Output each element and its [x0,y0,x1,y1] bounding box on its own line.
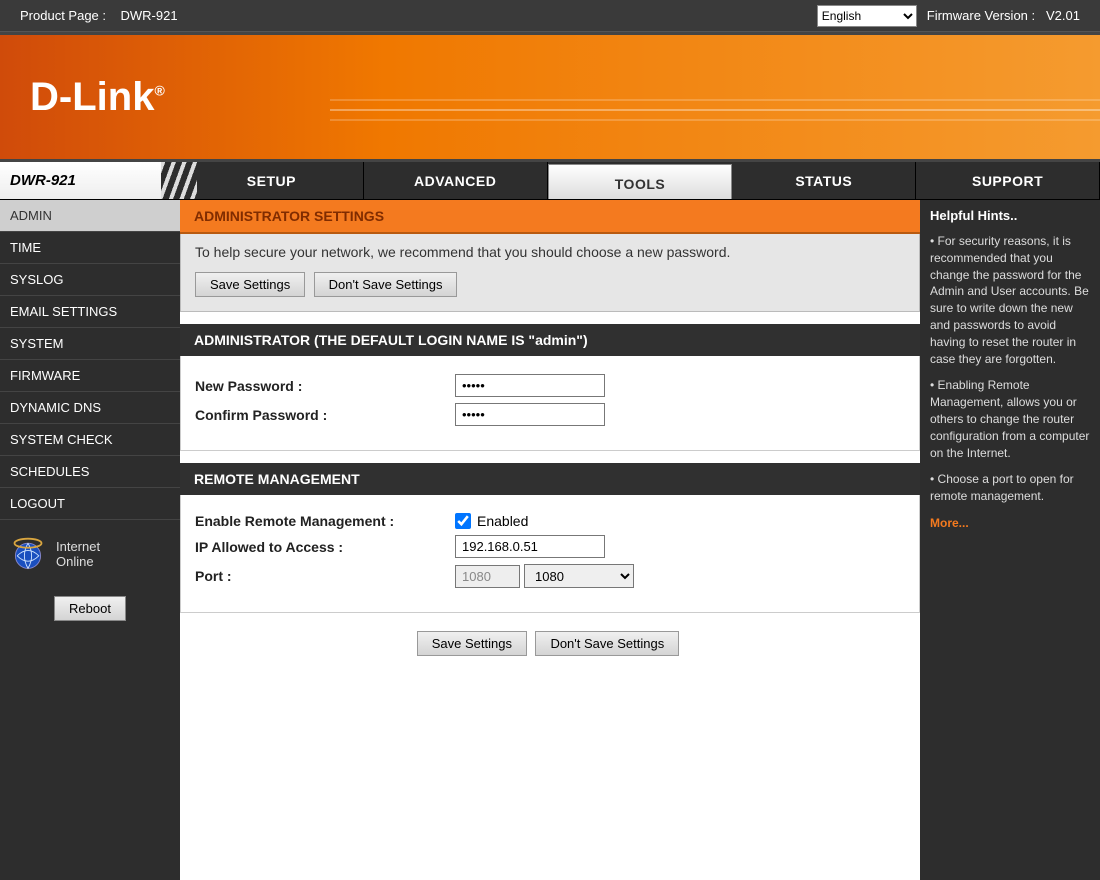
content-area: ADMINISTRATOR SETTINGS To help secure yo… [180,200,920,880]
save-settings-button-bottom[interactable]: Save Settings [417,631,527,656]
new-password-label: New Password : [195,378,455,394]
product-page-prefix: Product Page : [20,8,106,23]
sidebar-item-dynamic-dns[interactable]: DYNAMIC DNS [0,392,180,424]
enable-remote-label: Enable Remote Management : [195,513,455,529]
firmware-label: Firmware Version : [927,8,1035,23]
port-label: Port : [195,568,455,584]
sidebar-item-system[interactable]: SYSTEM [0,328,180,360]
device-model: DWR-921 [0,162,180,199]
intro-box: To help secure your network, we recommen… [180,234,920,312]
sidebar-item-email-settings[interactable]: EMAIL SETTINGS [0,296,180,328]
confirm-password-input[interactable] [455,403,605,426]
ip-allowed-label: IP Allowed to Access : [195,539,455,555]
globe-icon [10,536,46,572]
tab-setup[interactable]: SETUP [180,162,364,199]
helpful-hints: Helpful Hints.. For security reasons, it… [920,200,1100,880]
remote-management-form: Enable Remote Management : Enabled IP Al… [180,495,920,613]
tab-tools[interactable]: TOOLS [548,164,733,199]
remote-management-section-header: REMOTE MANAGEMENT [180,463,920,495]
port-text [455,565,520,588]
ip-allowed-input[interactable] [455,535,605,558]
tab-status[interactable]: STATUS [732,162,916,199]
enable-remote-checkbox[interactable] [455,513,471,529]
new-password-input[interactable] [455,374,605,397]
language-select[interactable]: English [817,5,917,27]
internet-status: Internet Online [0,520,180,588]
product-page-value: DWR-921 [120,8,177,23]
sidebar-item-logout[interactable]: LOGOUT [0,488,180,520]
port-select[interactable]: 1080 [524,564,634,588]
sidebar-item-schedules[interactable]: SCHEDULES [0,456,180,488]
dont-save-settings-button-top[interactable]: Don't Save Settings [314,272,458,297]
sidebar-item-time[interactable]: TIME [0,232,180,264]
sidebar-item-system-check[interactable]: SYSTEM CHECK [0,424,180,456]
firmware-version: Firmware Version : V2.01 [927,8,1080,23]
sidebar-item-syslog[interactable]: SYSLOG [0,264,180,296]
page-title: ADMINISTRATOR SETTINGS [180,200,920,234]
administrator-section-header: ADMINISTRATOR (THE DEFAULT LOGIN NAME IS… [180,324,920,356]
firmware-value: V2.01 [1046,8,1080,23]
internet-line2: Online [56,554,100,569]
administrator-form: New Password : Confirm Password : [180,356,920,451]
tab-advanced[interactable]: ADVANCED [364,162,548,199]
sidebar-item-firmware[interactable]: FIRMWARE [0,360,180,392]
save-settings-button-top[interactable]: Save Settings [195,272,305,297]
top-bar: Product Page : DWR-921 English Firmware … [0,0,1100,32]
enabled-text: Enabled [477,513,528,529]
hint-1: For security reasons, it is recommended … [930,233,1090,367]
bottom-button-row: Save Settings Don't Save Settings [180,631,920,656]
confirm-password-label: Confirm Password : [195,407,455,423]
workspace: ADMIN TIME SYSLOG EMAIL SETTINGS SYSTEM … [0,200,1100,880]
sidebar-item-admin[interactable]: ADMIN [0,200,180,232]
brand-banner: D-Link® [0,32,1100,162]
reboot-button[interactable]: Reboot [54,596,126,621]
dont-save-settings-button-bottom[interactable]: Don't Save Settings [535,631,679,656]
sidebar: ADMIN TIME SYSLOG EMAIL SETTINGS SYSTEM … [0,200,180,880]
internet-line1: Internet [56,539,100,554]
product-page-label: Product Page : DWR-921 [20,8,817,23]
brand-logo: D-Link® [30,75,165,120]
hints-title: Helpful Hints.. [930,208,1090,223]
nav-tabs: DWR-921 SETUP ADVANCED TOOLS STATUS SUPP… [0,162,1100,200]
more-link[interactable]: More... [930,515,1090,532]
hint-2: Enabling Remote Management, allows you o… [930,377,1090,461]
intro-text: To help secure your network, we recommen… [195,244,905,260]
hint-3: Choose a port to open for remote managem… [930,471,1090,505]
tab-support[interactable]: SUPPORT [916,162,1100,199]
